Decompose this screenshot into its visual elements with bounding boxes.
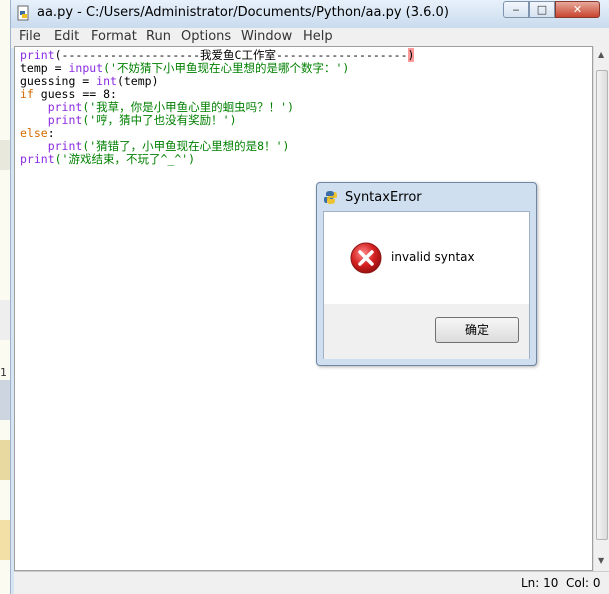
- code-token: temp =: [20, 61, 69, 75]
- dialog-title: SyntaxError: [345, 190, 422, 205]
- code-token: else: [20, 126, 48, 140]
- minimize-button[interactable]: ‒: [503, 1, 529, 18]
- edge-strip: [0, 440, 10, 480]
- menu-run[interactable]: Run: [146, 29, 171, 44]
- error-x-icon: [350, 242, 382, 274]
- scrollbar-thumb[interactable]: [596, 70, 608, 540]
- close-button[interactable]: ✕: [555, 1, 600, 18]
- code-token: print: [20, 48, 55, 62]
- code-token: int: [96, 74, 117, 88]
- ok-button[interactable]: 确定: [435, 317, 519, 343]
- code-token: ): [407, 48, 415, 62]
- code-line[interactable]: print('游戏结束，不玩了^_^'): [20, 153, 414, 166]
- minimize-icon: ‒: [512, 3, 520, 16]
- code-token: ('哼，猜中了也没有奖励！'): [82, 113, 237, 127]
- menu-format[interactable]: Format: [91, 29, 137, 44]
- scroll-up-icon[interactable]: ▲: [598, 50, 604, 59]
- dialog-title-bar[interactable]: SyntaxError: [317, 183, 536, 211]
- background-window-edge: 1: [0, 0, 10, 594]
- edge-strip: [0, 140, 10, 170]
- window-title: aa.py - C:/Users/Administrator/Documents…: [37, 5, 449, 20]
- code-token: ('我草，你是小甲鱼心里的蛔虫吗？！'): [82, 100, 295, 114]
- title-bar[interactable]: aa.py - C:/Users/Administrator/Documents…: [11, 0, 609, 28]
- close-icon: ✕: [572, 3, 583, 16]
- code-token: guessing =: [20, 74, 97, 88]
- menu-bar: File Edit Format Run Options Window Help: [11, 28, 609, 48]
- code-token: if: [20, 87, 34, 101]
- edge-strip: [0, 520, 10, 560]
- code-token: input: [68, 61, 104, 75]
- code-token: print: [47, 100, 83, 114]
- code-token: print: [20, 152, 55, 166]
- code-token: ('游戏结束，不玩了^_^'): [54, 152, 196, 166]
- code-line[interactable]: print('哼，猜中了也没有奖励！'): [20, 114, 414, 127]
- menu-help[interactable]: Help: [303, 29, 333, 44]
- maximize-icon: □: [536, 3, 548, 16]
- edge-strip: [0, 300, 10, 340]
- edge-label: 1: [0, 366, 7, 379]
- vertical-scrollbar[interactable]: ▲ ▼: [593, 46, 609, 571]
- scroll-down-icon[interactable]: ▼: [598, 556, 604, 565]
- code-token: ('不妨猜下小甲鱼现在心里想的是哪个数字：'): [103, 61, 350, 75]
- menu-window[interactable]: Window: [241, 29, 292, 44]
- syntax-error-dialog: SyntaxError invalid syntax 确定: [316, 182, 537, 366]
- status-column-number: Col: 0: [566, 576, 601, 590]
- status-bar: Ln: 10 Col: 0: [14, 571, 609, 594]
- code-token: print: [47, 113, 83, 127]
- menu-options[interactable]: Options: [181, 29, 231, 44]
- error-message: invalid syntax: [391, 250, 475, 264]
- python-icon: [324, 191, 337, 204]
- maximize-button[interactable]: □: [529, 1, 555, 18]
- code-token: guess == 8:: [33, 87, 117, 101]
- code-token: ('猜错了，小甲鱼现在心里想的是8！'): [82, 139, 290, 153]
- code-token: (--------------------我爱鱼C工作室------------…: [54, 48, 408, 62]
- code-text[interactable]: print(--------------------我爱鱼C工作室-------…: [20, 48, 415, 166]
- status-line-number: Ln: 10: [521, 576, 559, 590]
- edge-strip: [0, 380, 10, 420]
- code-token: :: [47, 126, 55, 140]
- code-token: print: [47, 139, 83, 153]
- dialog-body: invalid syntax 确定: [323, 211, 530, 359]
- menu-file[interactable]: File: [19, 29, 41, 44]
- code-token: (temp): [116, 74, 159, 88]
- python-file-icon: [17, 5, 29, 21]
- menu-edit[interactable]: Edit: [54, 29, 79, 44]
